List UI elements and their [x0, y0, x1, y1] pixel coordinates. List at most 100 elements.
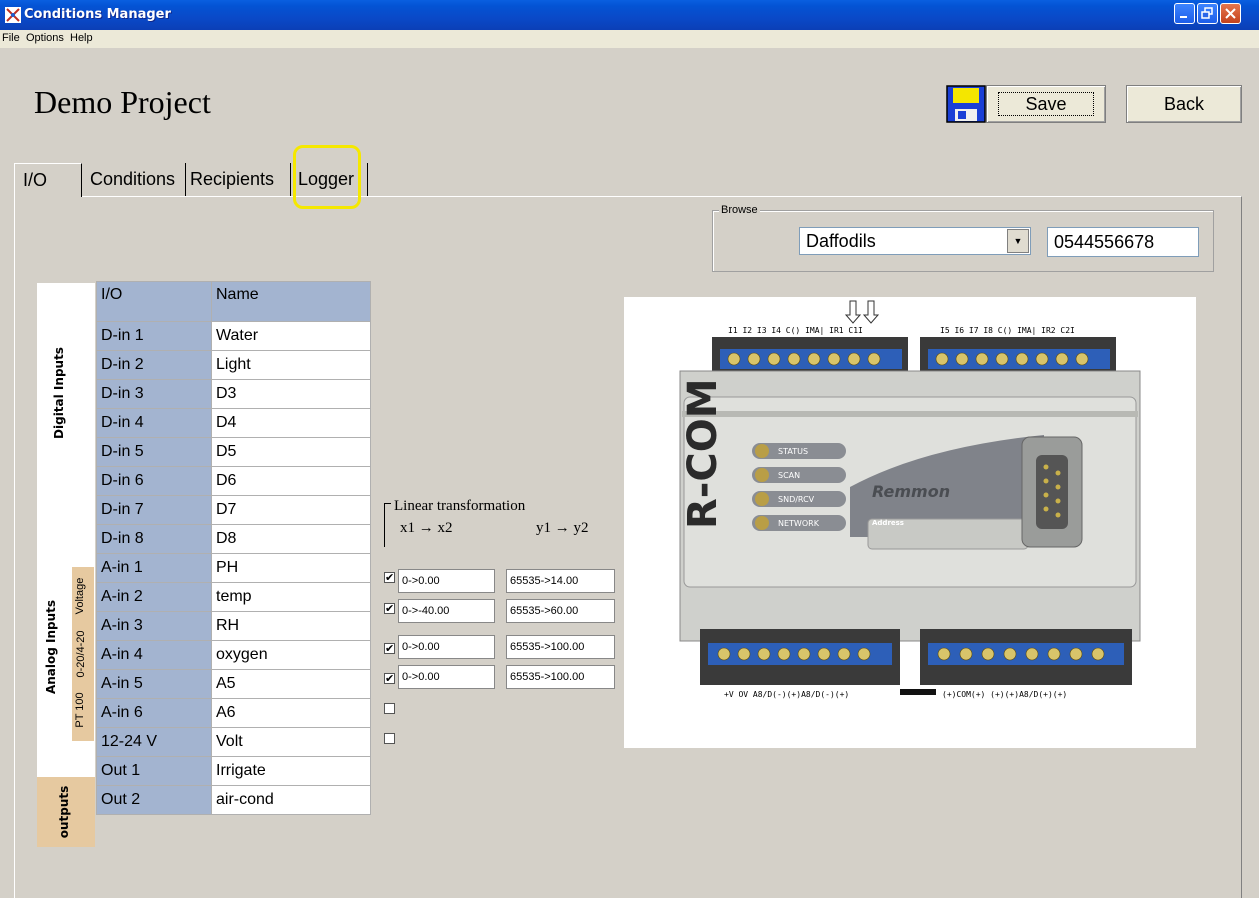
name-cell[interactable]: D8 — [211, 524, 371, 554]
table-row[interactable]: D-in 1 Water — [96, 321, 371, 351]
transform-checkbox-6[interactable] — [384, 733, 395, 744]
menu-file[interactable]: File — [2, 32, 20, 44]
io-cell: A-in 1 — [96, 553, 212, 583]
transform-checkbox-5[interactable] — [384, 703, 395, 714]
name-cell[interactable]: D5 — [211, 437, 371, 467]
name-cell[interactable]: Light — [211, 350, 371, 380]
project-title: Demo Project — [34, 84, 211, 120]
io-cell: D-in 6 — [96, 466, 212, 496]
table-row[interactable]: A-in 6 A6 — [96, 698, 371, 728]
name-cell[interactable]: air-cond — [211, 785, 371, 815]
io-cell: A-in 5 — [96, 669, 212, 699]
table-header: I/O Name — [96, 281, 371, 322]
io-cell: Out 1 — [96, 756, 212, 786]
name-cell[interactable]: PH — [211, 553, 371, 583]
y-transform-input-2[interactable]: 65535->60.00 — [506, 599, 615, 623]
table-row[interactable]: A-in 1 PH — [96, 553, 371, 583]
x-transform-input-4[interactable]: 0->0.00 — [398, 665, 495, 689]
linear-transformation-title: Linear transformation — [394, 498, 526, 514]
io-cell: A-in 3 — [96, 611, 212, 641]
y-transform-input-4[interactable]: 65535->100.00 — [506, 665, 615, 689]
x-value: 0->0.00 — [402, 641, 440, 653]
name-cell[interactable]: D6 — [211, 466, 371, 496]
table-row[interactable]: D-in 7 D7 — [96, 495, 371, 525]
y-transform-input-3[interactable]: 65535->100.00 — [506, 635, 615, 659]
transform-checkbox-1[interactable]: ✔ — [384, 572, 395, 584]
phone-field[interactable]: 0544556678 — [1047, 227, 1199, 257]
table-row[interactable]: D-in 2 Light — [96, 350, 371, 380]
table-row[interactable]: A-in 4 oxygen — [96, 640, 371, 670]
top-left-terminal-labels: I1 I2 I3 I4 C() IMA| IR1 C1I — [728, 326, 863, 335]
name-cell[interactable]: D7 — [211, 495, 371, 525]
y-value: 65535->60.00 — [510, 605, 579, 617]
name-cell[interactable]: oxygen — [211, 640, 371, 670]
back-label: Back — [1163, 94, 1205, 114]
close-button[interactable] — [1220, 3, 1241, 24]
name-cell[interactable]: Irrigate — [211, 756, 371, 786]
analog-inputs-label: Analog Inputs — [44, 599, 58, 695]
name-cell[interactable]: Volt — [211, 727, 371, 757]
minimize-button[interactable] — [1174, 3, 1195, 24]
app-icon — [5, 7, 21, 23]
name-cell[interactable]: D4 — [211, 408, 371, 438]
io-table: I/O Name D-in 1 Water D-in 2 Light D-in 3D… — [96, 281, 371, 815]
name-cell[interactable]: A6 — [211, 698, 371, 728]
y-transform-input-1[interactable]: 65535->14.00 — [506, 569, 615, 593]
led-sndrcv-label: SND/RCV — [778, 495, 815, 504]
x-transform-input-1[interactable]: 0->0.00 — [398, 569, 495, 593]
digital-inputs-label: Digital Inputs — [52, 347, 66, 439]
transform-checkbox-3[interactable]: ✔ — [384, 643, 395, 655]
table-row[interactable]: A-in 2 temp — [96, 582, 371, 612]
x-value: 0->-40.00 — [402, 605, 450, 617]
x-header: x1 → x2 — [400, 520, 453, 536]
save-button[interactable]: Save — [986, 85, 1106, 123]
browse-group: Browse Daffodils ▼ 0544556678 — [712, 204, 1214, 272]
tab-conditions[interactable]: Conditions — [86, 163, 186, 196]
voltage-label: Voltage — [74, 577, 86, 615]
table-row[interactable]: A-in 3 RH — [96, 611, 371, 641]
table-row[interactable]: 12-24 V Volt — [96, 727, 371, 757]
floppy-disk-icon[interactable] — [946, 85, 986, 123]
minimize-icon — [1180, 16, 1187, 18]
table-row[interactable]: D-in 8 D8 — [96, 524, 371, 554]
io-cell: D-in 3 — [96, 379, 212, 409]
menu-help[interactable]: Help — [70, 32, 93, 44]
transform-checkbox-4[interactable]: ✔ — [384, 673, 395, 685]
bottom-right-terminal-labels: (+)COM(+) (+)(+)A8/D(+)(+) — [942, 690, 1067, 699]
recipient-select[interactable]: Daffodils ▼ — [799, 227, 1031, 255]
header-io: I/O — [96, 281, 212, 322]
logger-highlight — [293, 145, 361, 209]
io-cell: 12-24 V — [96, 727, 212, 757]
top-right-terminal-labels: I5 I6 I7 I8 C() IMA| IR2 C2I — [940, 326, 1075, 335]
window-title: Conditions Manager — [24, 7, 171, 22]
name-cell[interactable]: Water — [211, 321, 371, 351]
name-cell[interactable]: A5 — [211, 669, 371, 699]
device-maker: Remmon — [872, 482, 950, 501]
transform-checkbox-2[interactable]: ✔ — [384, 603, 395, 615]
tab-conditions-label: Conditions — [90, 169, 176, 189]
name-cell[interactable]: temp — [211, 582, 371, 612]
tab-recipients[interactable]: Recipients — [186, 163, 291, 196]
x-transform-input-3[interactable]: 0->0.00 — [398, 635, 495, 659]
menu-options[interactable]: Options — [26, 32, 64, 44]
back-button[interactable]: Back — [1126, 85, 1242, 123]
table-row[interactable]: D-in 4 D4 — [96, 408, 371, 438]
table-row[interactable]: Out 1 Irrigate — [96, 756, 371, 786]
tab-io[interactable]: I/O — [14, 163, 82, 197]
name-cell[interactable]: RH — [211, 611, 371, 641]
table-row[interactable]: D-in 3 D3 — [96, 379, 371, 409]
save-label: Save — [998, 92, 1094, 116]
led-scan-label: SCAN — [778, 471, 800, 480]
table-row[interactable]: D-in 5 D5 — [96, 437, 371, 467]
table-row[interactable]: A-in 5 A5 — [96, 669, 371, 699]
x-transform-input-2[interactable]: 0->-40.00 — [398, 599, 495, 623]
table-row[interactable]: D-in 6 D6 — [96, 466, 371, 496]
chevron-down-icon[interactable]: ▼ — [1007, 229, 1029, 253]
io-cell: D-in 4 — [96, 408, 212, 438]
table-row[interactable]: Out 2 air-cond — [96, 785, 371, 815]
restore-button[interactable] — [1197, 3, 1218, 24]
phone-value: 0544556678 — [1054, 232, 1155, 252]
io-cell: A-in 6 — [96, 698, 212, 728]
name-cell[interactable]: D3 — [211, 379, 371, 409]
outputs-label: outputs — [57, 785, 71, 839]
